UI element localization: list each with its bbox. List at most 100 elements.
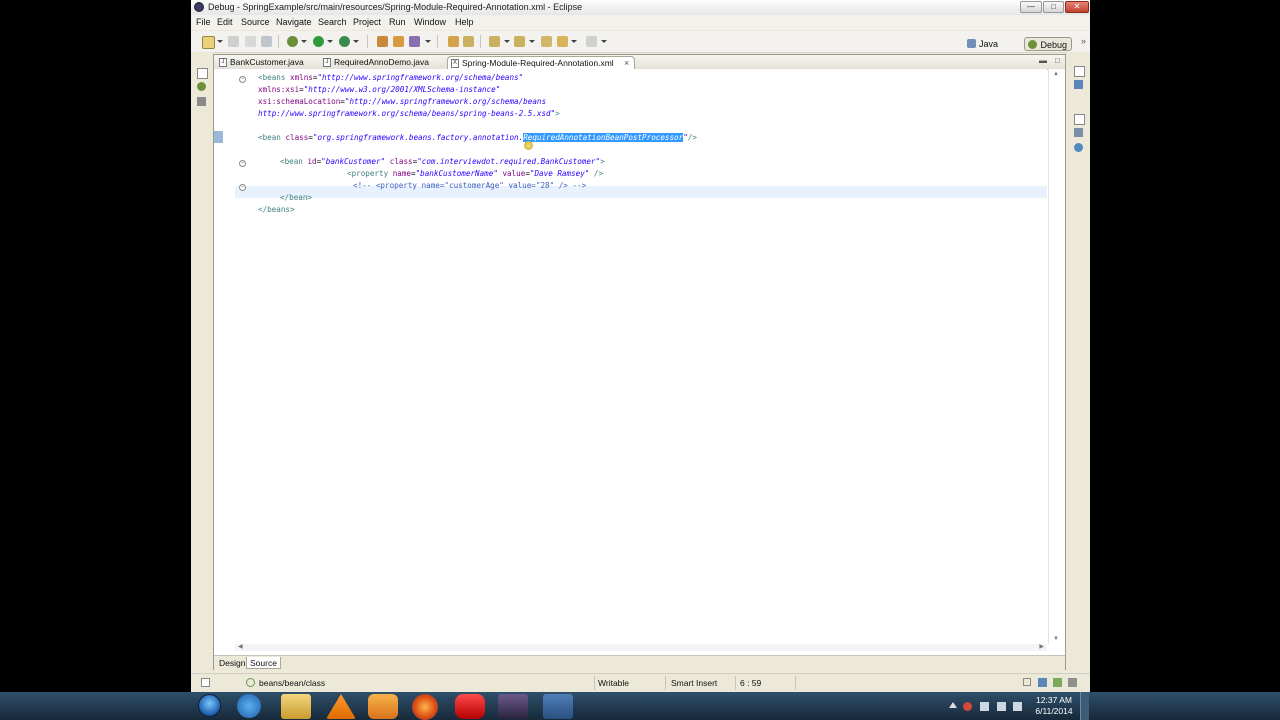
status-separator xyxy=(735,676,736,690)
tab-design[interactable]: Design xyxy=(216,657,248,669)
source-text-area[interactable]: − − − <beans xmlns="http://www.springfra… xyxy=(235,69,1047,644)
last-edit-icon[interactable] xyxy=(541,36,552,47)
perspective-debug-label: Debug xyxy=(1040,40,1067,50)
search-icon[interactable] xyxy=(409,36,420,47)
chevron-down-icon[interactable] xyxy=(353,40,359,43)
run-icon[interactable] xyxy=(313,36,324,47)
tab-source[interactable]: Source xyxy=(246,657,281,669)
previous-annotation-icon[interactable] xyxy=(514,36,525,47)
status-insert-mode: Smart Insert xyxy=(671,678,718,688)
new-icon[interactable] xyxy=(202,36,215,49)
forward-icon[interactable] xyxy=(586,36,597,47)
annotation-ruler xyxy=(214,69,235,644)
fold-collapse-icon[interactable]: − xyxy=(239,76,246,83)
tab-bankcustomer-java[interactable]: J BankCustomer.java xyxy=(216,56,316,69)
editor-tab-strip: J BankCustomer.java J RequiredAnnoDemo.j… xyxy=(214,55,1065,70)
show-desktop-button[interactable] xyxy=(1080,692,1089,720)
chevron-down-icon[interactable] xyxy=(425,40,431,43)
more-perspectives-icon[interactable]: » xyxy=(1081,36,1086,46)
servers-view-icon[interactable] xyxy=(197,97,206,106)
print-icon[interactable] xyxy=(261,36,272,47)
media-player-icon[interactable] xyxy=(368,694,398,719)
scroll-right-icon[interactable]: ▶ xyxy=(1039,643,1044,650)
menu-run[interactable]: Run xyxy=(389,17,406,27)
flag-icon[interactable] xyxy=(980,702,989,711)
network-icon[interactable] xyxy=(997,702,1006,711)
tab-spring-module-xml[interactable]: X Spring-Module-Required-Annotation.xml … xyxy=(447,56,635,69)
restore-icon[interactable] xyxy=(1074,114,1085,125)
variables-view-icon[interactable] xyxy=(1074,80,1083,89)
restore-icon[interactable] xyxy=(1074,66,1085,77)
pin-icon[interactable] xyxy=(463,36,474,47)
vertical-scrollbar[interactable]: ▲ ▼ xyxy=(1048,69,1065,644)
menu-search[interactable]: Search xyxy=(318,17,347,27)
tasks-view-icon[interactable] xyxy=(1053,678,1062,687)
eclipse-taskbar-icon[interactable] xyxy=(498,694,528,719)
chevron-down-icon[interactable] xyxy=(327,40,333,43)
next-annotation-icon[interactable] xyxy=(489,36,500,47)
back-icon[interactable] xyxy=(557,36,568,47)
minimize-icon[interactable]: ▬ xyxy=(1039,56,1047,65)
code-line-1: <beans xmlns="http://www.springframework… xyxy=(258,73,524,82)
save-icon[interactable] xyxy=(228,36,239,47)
start-button[interactable] xyxy=(198,694,221,717)
toggle-mark-icon[interactable] xyxy=(448,36,459,47)
debug-view-icon[interactable] xyxy=(197,82,206,91)
console-view-icon[interactable] xyxy=(1038,678,1047,687)
menu-project[interactable]: Project xyxy=(353,17,381,27)
volume-icon[interactable] xyxy=(1013,702,1022,711)
scroll-left-icon[interactable]: ◀ xyxy=(238,643,243,650)
breakpoints-view-icon[interactable] xyxy=(1074,143,1083,152)
chevron-down-icon[interactable] xyxy=(529,40,535,43)
toolbar-separator xyxy=(278,35,279,48)
airtel-icon[interactable] xyxy=(455,694,485,719)
java-file-icon: J xyxy=(323,58,331,67)
restore-icon[interactable] xyxy=(197,68,208,79)
open-task-icon[interactable] xyxy=(393,36,404,47)
maximize-button[interactable]: □ xyxy=(1043,1,1064,13)
menu-file[interactable]: File xyxy=(196,17,211,27)
chevron-down-icon[interactable] xyxy=(301,40,307,43)
editor-page-tabs: Design Source xyxy=(214,655,1065,670)
menu-help[interactable]: Help xyxy=(455,17,474,27)
menu-source[interactable]: Source xyxy=(241,17,270,27)
antivirus-icon[interactable] xyxy=(963,702,972,711)
menu-window[interactable]: Window xyxy=(414,17,446,27)
xml-element-icon xyxy=(246,678,255,687)
menu-navigate[interactable]: Navigate xyxy=(276,17,312,27)
chevron-down-icon[interactable] xyxy=(601,40,607,43)
scroll-down-icon[interactable]: ▼ xyxy=(1053,636,1059,642)
chevron-down-icon[interactable] xyxy=(571,40,577,43)
file-explorer-icon[interactable] xyxy=(281,694,311,719)
system-clock[interactable]: 12:37 AM 6/11/2014 xyxy=(1030,695,1078,717)
perspective-java[interactable]: Java xyxy=(964,37,1002,51)
expressions-view-icon[interactable] xyxy=(1074,128,1083,137)
tab-label: RequiredAnnoDemo.java xyxy=(334,57,429,67)
chevron-down-icon[interactable] xyxy=(217,40,223,43)
perspective-debug[interactable]: Debug xyxy=(1024,37,1072,51)
problems-view-icon[interactable] xyxy=(1068,678,1077,687)
fold-collapse-icon[interactable]: − xyxy=(239,184,246,191)
debug-icon[interactable] xyxy=(287,36,298,47)
restore-icon[interactable] xyxy=(1023,678,1031,686)
save-all-icon[interactable] xyxy=(245,36,256,47)
recorder-icon[interactable] xyxy=(543,694,573,719)
minimize-button[interactable]: — xyxy=(1020,1,1042,13)
horizontal-scrollbar[interactable]: ◀ ▶ xyxy=(235,644,1047,651)
current-line-marker xyxy=(214,131,223,143)
firefox-icon[interactable] xyxy=(412,694,438,720)
menu-edit[interactable]: Edit xyxy=(217,17,233,27)
scroll-up-icon[interactable]: ▲ xyxy=(1053,71,1059,77)
close-button[interactable]: ✕ xyxy=(1065,1,1089,13)
open-type-icon[interactable] xyxy=(377,36,388,47)
show-hidden-icons-icon[interactable] xyxy=(949,702,957,708)
clock-date: 6/11/2014 xyxy=(1035,706,1073,716)
internet-explorer-icon[interactable] xyxy=(237,694,261,718)
fold-collapse-icon[interactable]: − xyxy=(239,160,246,167)
chevron-down-icon[interactable] xyxy=(504,40,510,43)
tab-requiredannodemo-java[interactable]: J RequiredAnnoDemo.java xyxy=(320,56,440,69)
external-tools-icon[interactable] xyxy=(339,36,350,47)
java-perspective-icon xyxy=(966,39,976,48)
fast-view-icon[interactable] xyxy=(201,678,210,687)
maximize-icon[interactable]: □ xyxy=(1055,56,1060,65)
